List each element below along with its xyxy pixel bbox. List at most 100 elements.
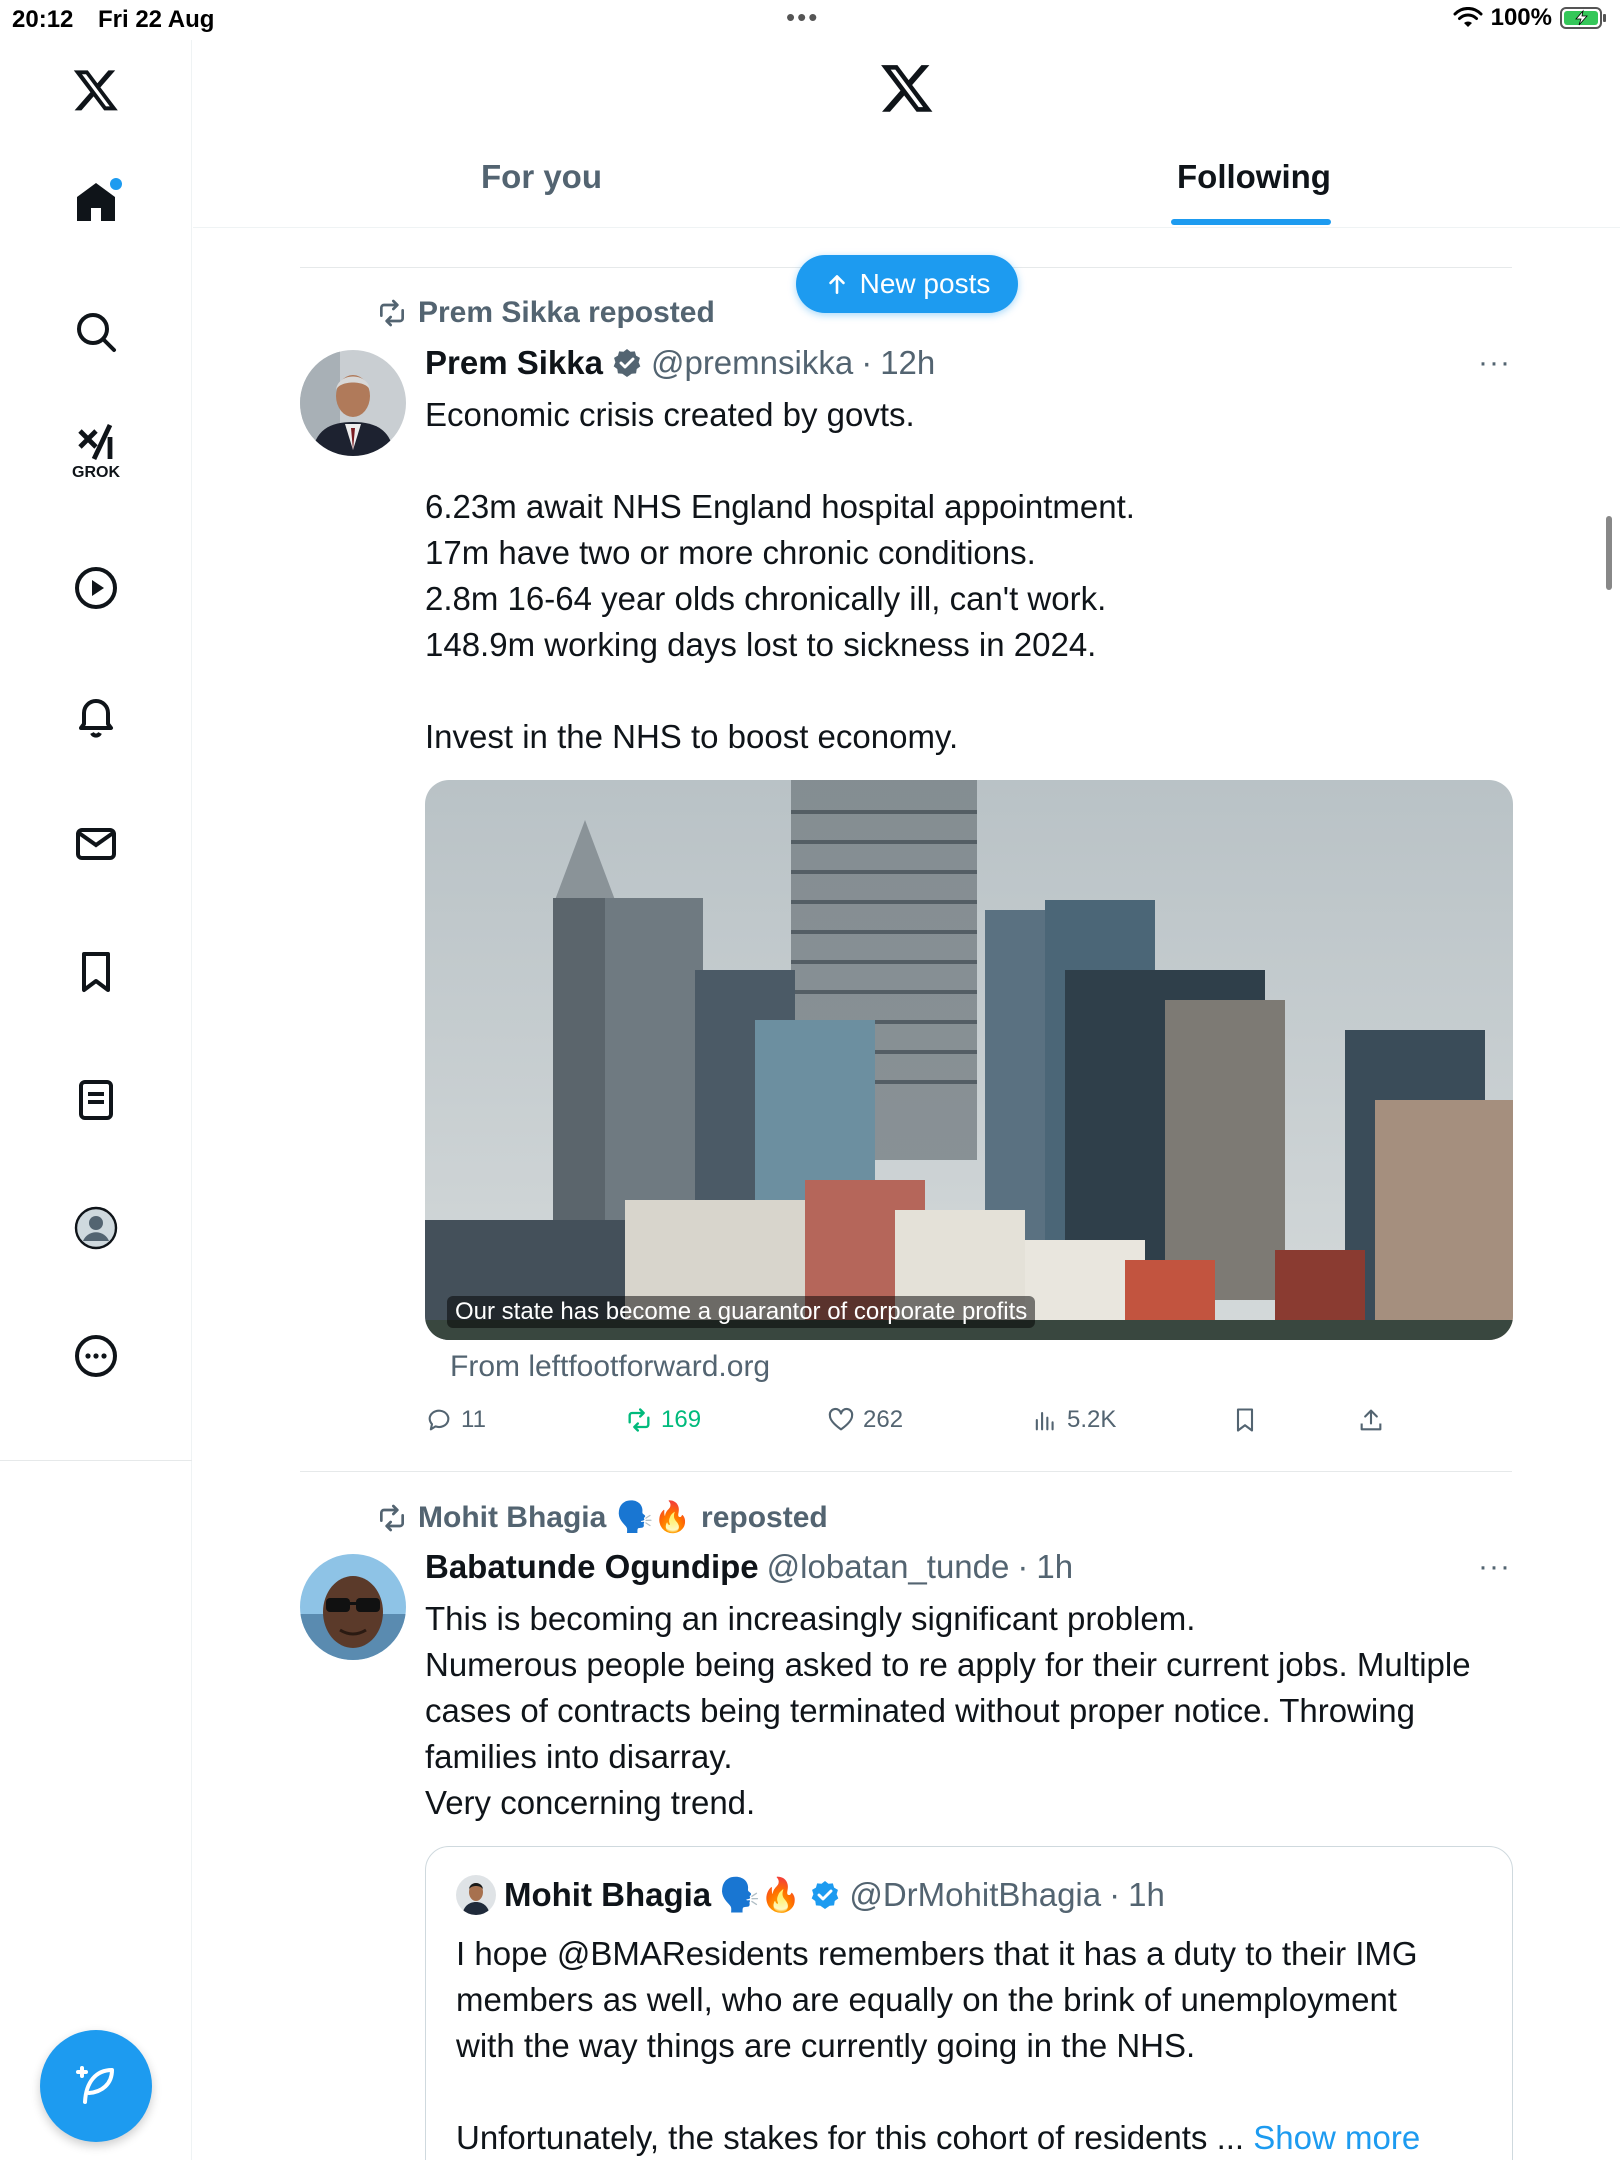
post-more-button[interactable]: ··· (1478, 346, 1511, 380)
home-notification-dot (110, 178, 122, 190)
repost-suffix: reposted (701, 1500, 828, 1534)
separator: · (1017, 1548, 1029, 1585)
status-indicators: 100% (1453, 4, 1608, 32)
reply-count: 11 (461, 1406, 486, 1433)
x-logo-icon[interactable] (879, 60, 935, 116)
like-button[interactable]: 262 (827, 1406, 903, 1434)
post-text-line (425, 668, 1515, 714)
quote-avatar[interactable] (456, 1875, 496, 1915)
profile-icon (74, 1206, 118, 1250)
sidebar-item-lists[interactable] (66, 1070, 126, 1130)
post-text: Economic crisis created by govts. 6.23m … (425, 392, 1515, 760)
battery-percent: 100% (1490, 4, 1552, 31)
link-source[interactable]: From leftfootforward.org (450, 1350, 770, 1384)
show-more-link[interactable]: Show more (1253, 2119, 1420, 2156)
post-time[interactable]: 1h (1036, 1548, 1073, 1586)
sidebar-item-notifications[interactable] (66, 686, 126, 746)
reposter-name[interactable]: Mohit Bhagia (418, 1501, 606, 1535)
arrow-up-icon (828, 275, 845, 294)
new-posts-label: New posts (859, 268, 991, 299)
quote-text-line: I hope @BMAResidents remembers that it h… (456, 1935, 1418, 1972)
heart-icon (828, 1407, 854, 1431)
city-skyline-image (425, 780, 1513, 1340)
post-text-line: Economic crisis created by govts. (425, 396, 915, 433)
post-header: Babatunde Ogundipe @lobatan_tunde · 1h (425, 1548, 1073, 1586)
share-button[interactable] (1357, 1406, 1385, 1434)
post-actions: 11 169 262 5.2K (425, 1406, 1425, 1446)
post-divider (300, 1471, 1512, 1472)
active-tab-indicator (1171, 219, 1331, 225)
sidebar-item-videos[interactable] (66, 558, 126, 618)
sidebar-item-home[interactable] (66, 172, 126, 232)
post-more-button[interactable]: ··· (1478, 1550, 1511, 1584)
quote-author-name[interactable]: Mohit Bhagia (504, 1876, 711, 1914)
list-icon (79, 1080, 113, 1120)
sidebar-item-messages[interactable] (66, 814, 126, 874)
avatar[interactable] (300, 1554, 406, 1660)
sidebar-item-bookmarks[interactable] (66, 942, 126, 1002)
quote-truncated-text: Unfortunately, the stakes for this cohor… (456, 2119, 1245, 2156)
avatar-image (300, 1554, 406, 1660)
status-date: Fri 22 Aug (98, 6, 215, 33)
timeline-header: For you Following (193, 40, 1620, 228)
tab-for-you[interactable]: For you (481, 158, 602, 196)
author-name[interactable]: Babatunde Ogundipe (425, 1548, 759, 1586)
x-logo-icon (73, 70, 118, 111)
quote-author-handle[interactable]: @DrMohitBhagia (849, 1876, 1101, 1914)
quote-text: I hope @BMAResidents remembers that it h… (456, 1931, 1486, 2160)
tab-following[interactable]: Following (1177, 158, 1331, 196)
scrollbar[interactable] (1606, 516, 1612, 590)
bookmark-icon (82, 952, 110, 992)
sidebar-item-profile[interactable] (66, 1198, 126, 1258)
mail-icon (76, 828, 116, 860)
post-text-line: Invest in the NHS to boost economy. (425, 718, 959, 755)
quoted-post[interactable]: Mohit Bhagia 🗣️🔥 @DrMohitBhagia · 1h I h… (425, 1846, 1513, 2160)
reply-button[interactable]: 11 (425, 1406, 486, 1434)
repost-button[interactable]: 169 (625, 1406, 701, 1434)
post-text-line: 6.23m await NHS England hospital appoint… (425, 488, 1135, 525)
link-card-image[interactable]: Our state has become a guarantor of corp… (425, 780, 1513, 1340)
compose-button[interactable] (40, 2030, 152, 2142)
post-time[interactable]: 12h (880, 344, 935, 382)
author-handle[interactable]: @lobatan_tunde (767, 1548, 1010, 1586)
sidebar-item-grok[interactable]: GROK (66, 420, 126, 481)
repost-label[interactable]: Prem Sikka reposted (418, 296, 715, 330)
bookmark-button[interactable] (1231, 1406, 1259, 1434)
share-icon (1360, 1409, 1382, 1431)
post-text-line (425, 438, 1515, 484)
views-button[interactable]: 5.2K (1031, 1406, 1116, 1434)
play-icon (75, 567, 117, 609)
sidebar-item-more[interactable] (66, 1326, 126, 1386)
new-posts-button[interactable]: New posts (796, 255, 1018, 313)
separator: · (1109, 1876, 1121, 1913)
grok-label: GROK (72, 464, 120, 481)
multitasking-dots[interactable]: ••• (786, 2, 819, 33)
repost-icon (380, 299, 404, 327)
quote-time: 1h (1128, 1876, 1165, 1913)
post-text-line: cases of contracts being terminated with… (425, 1692, 1415, 1729)
quote-author-emoji: 🗣️🔥 (719, 1875, 802, 1913)
sidebar-item-search[interactable] (66, 302, 126, 362)
like-count: 262 (863, 1406, 904, 1433)
author-name[interactable]: Prem Sikka (425, 344, 603, 382)
post-text: This is becoming an increasingly signifi… (425, 1596, 1515, 1826)
author-handle[interactable]: @premnsikka (651, 344, 853, 382)
reply-icon (428, 1409, 450, 1431)
post-text-line: 148.9m working days lost to sickness in … (425, 626, 1097, 663)
more-circle-icon (75, 1335, 117, 1377)
quote-text-line: with the way things are currently going … (456, 2027, 1196, 2064)
views-icon (1035, 1411, 1054, 1431)
repost-indicator: Mohit Bhagia 🗣️🔥 reposted (376, 1500, 828, 1535)
sidebar-item-x-logo[interactable] (66, 60, 126, 120)
compose-icon (76, 2066, 114, 2104)
avatar[interactable] (300, 350, 406, 456)
bell-icon (79, 699, 113, 738)
post-text-line: Numerous people being asked to re apply … (425, 1646, 1471, 1683)
avatar-image (300, 350, 406, 456)
verified-badge-icon (812, 1881, 839, 1909)
status-time: 20:12 (12, 6, 74, 33)
views-count: 5.2K (1067, 1406, 1117, 1433)
post-text-line: This is becoming an increasingly signifi… (425, 1600, 1196, 1637)
post-text-line: families into disarray. (425, 1738, 733, 1775)
verified-badge-icon (613, 349, 641, 377)
